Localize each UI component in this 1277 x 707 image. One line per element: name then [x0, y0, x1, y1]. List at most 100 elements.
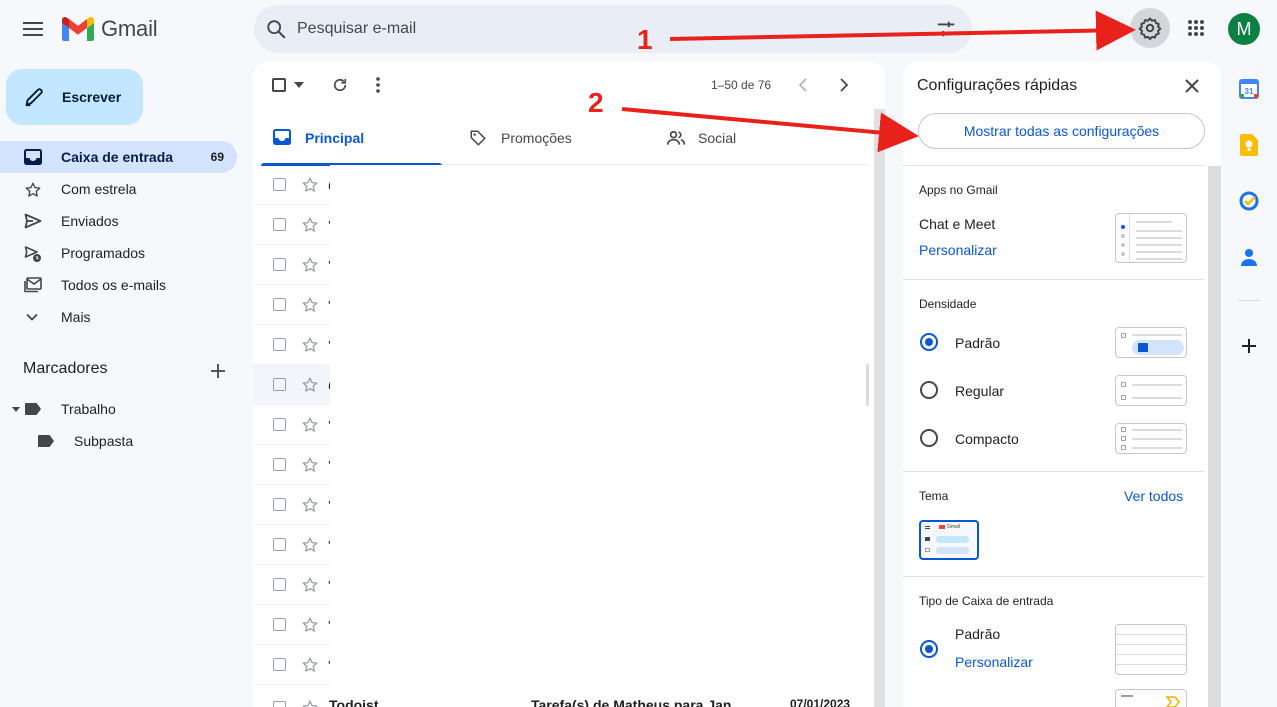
plus-icon [1242, 339, 1256, 353]
calendar-app-button[interactable]: 31 [1237, 77, 1261, 101]
email-checkbox[interactable] [273, 298, 286, 311]
chat-meet-label: Chat e Meet [919, 216, 996, 232]
search-icon[interactable] [265, 18, 287, 40]
star-icon[interactable] [301, 656, 319, 674]
email-checkbox[interactable] [273, 218, 286, 231]
nav-item-sent[interactable]: Enviados [0, 205, 237, 237]
star-icon[interactable] [301, 336, 319, 354]
customize-inbox-link[interactable]: Personalizar [955, 654, 1033, 670]
chat-meet-preview [1115, 213, 1187, 263]
star-icon[interactable] [301, 376, 319, 394]
nav-item-label: Mais [61, 309, 91, 325]
inbox-type-heading: Tipo de Caixa de entrada [919, 594, 1054, 608]
app-name: Gmail [101, 16, 158, 41]
email-checkbox[interactable] [273, 578, 286, 591]
compose-button[interactable]: Escrever [6, 69, 143, 125]
chevron-left-icon[interactable] [796, 76, 812, 94]
customize-apps-link[interactable]: Personalizar [919, 242, 997, 258]
nav-item-label: Com estrela [61, 181, 137, 197]
label-name: Subpasta [74, 433, 134, 449]
email-checkbox[interactable] [273, 701, 286, 707]
view-all-themes-link[interactable]: Ver todos [1124, 488, 1183, 504]
mail-scrollbar[interactable] [874, 109, 885, 707]
email-checkbox[interactable] [273, 538, 286, 551]
select-caret-icon[interactable] [294, 82, 304, 88]
nav-item-scheduled[interactable]: Programados [0, 237, 237, 269]
email-checkbox[interactable] [273, 618, 286, 631]
star-icon[interactable] [301, 576, 319, 594]
label-item-trabalho[interactable]: Trabalho [11, 397, 116, 421]
density-radio-regular[interactable] [920, 381, 938, 399]
star-icon[interactable] [301, 216, 319, 234]
email-checkbox[interactable] [273, 418, 286, 431]
density-option-label[interactable]: Compacto [955, 431, 1019, 447]
search-bar[interactable] [254, 5, 972, 53]
inbox-type-option-label[interactable]: Padrão [955, 626, 1000, 642]
keep-app-button[interactable] [1237, 133, 1261, 157]
star-icon[interactable] [301, 456, 319, 474]
quick-settings-scrollbar[interactable] [1208, 166, 1221, 707]
get-addons-button[interactable] [1237, 334, 1261, 358]
theme-preview[interactable]: Gmail [919, 520, 979, 560]
density-radio-compacto[interactable] [920, 429, 938, 447]
search-options-icon[interactable] [935, 18, 957, 40]
star-icon[interactable] [301, 256, 319, 274]
support-button[interactable] [1090, 13, 1114, 45]
nav-item-all-mail[interactable]: Todos os e-mails [0, 269, 237, 301]
gear-icon [1138, 17, 1162, 40]
star-icon[interactable] [301, 496, 319, 514]
tab-promocoes[interactable]: Promoções [457, 113, 647, 165]
density-option-label[interactable]: Regular [955, 383, 1004, 399]
email-checkbox[interactable] [273, 378, 286, 391]
tab-label: Social [698, 130, 737, 146]
close-icon[interactable] [1184, 78, 1200, 94]
nav-item-more[interactable]: Mais [0, 301, 237, 333]
email-checkbox[interactable] [273, 258, 286, 271]
more-vert-icon[interactable] [376, 76, 380, 94]
account-avatar[interactable]: M [1228, 13, 1260, 45]
email-checkbox[interactable] [273, 458, 286, 471]
email-checkbox[interactable] [273, 498, 286, 511]
density-radio-padrao[interactable] [920, 333, 938, 351]
search-input[interactable] [297, 17, 897, 41]
refresh-icon[interactable] [331, 76, 349, 94]
density-option-label[interactable]: Padrão [955, 335, 1000, 351]
nav-item-inbox[interactable]: Caixa de entrada 69 [0, 141, 237, 173]
contacts-app-button[interactable] [1237, 245, 1261, 269]
tab-label: Principal [305, 130, 365, 146]
email-checkbox[interactable] [273, 178, 286, 191]
tag-icon [470, 130, 486, 146]
inner-scroll-indicator[interactable] [866, 364, 869, 406]
email-checkbox[interactable] [273, 338, 286, 351]
inbox-type-radio-padrao[interactable] [920, 640, 938, 658]
star-icon[interactable] [301, 296, 319, 314]
star-icon[interactable] [301, 616, 319, 634]
settings-button[interactable] [1130, 8, 1170, 48]
star-icon[interactable] [301, 416, 319, 434]
show-all-settings-button[interactable]: Mostrar todas as configurações [918, 113, 1205, 149]
tab-principal[interactable]: Principal [261, 113, 442, 166]
email-row[interactable]: Todoist Tarefa(s) de Matheus para Jan 07… [253, 685, 868, 707]
star-icon[interactable] [301, 536, 319, 554]
star-icon[interactable] [301, 176, 319, 194]
chevron-right-icon[interactable] [836, 76, 852, 94]
select-all-checkbox[interactable] [272, 78, 286, 92]
tasks-app-button[interactable] [1237, 189, 1261, 213]
unread-count: 69 [210, 150, 224, 164]
category-tabs: Principal Promoções Social [261, 113, 868, 166]
annotation-step-1: 1 [637, 24, 653, 55]
main-menu-button[interactable] [13, 9, 53, 49]
gmail-logo[interactable]: Gmail [62, 16, 158, 42]
add-label-button[interactable] [208, 361, 228, 381]
tab-social[interactable]: Social [654, 113, 854, 165]
inbox-type-preview-2 [1115, 689, 1187, 707]
apps-heading: Apps no Gmail [919, 183, 998, 197]
nav-item-starred[interactable]: Com estrela [0, 173, 237, 205]
google-apps-button[interactable] [1178, 10, 1214, 46]
star-icon[interactable] [301, 699, 319, 707]
caret-down-icon[interactable] [11, 404, 21, 414]
help-icon [1096, 19, 1114, 39]
quick-settings-panel: Configurações rápidas Mostrar todas as c… [903, 61, 1221, 707]
label-item-subpasta[interactable]: Subpasta [37, 429, 133, 453]
email-checkbox[interactable] [273, 658, 286, 671]
